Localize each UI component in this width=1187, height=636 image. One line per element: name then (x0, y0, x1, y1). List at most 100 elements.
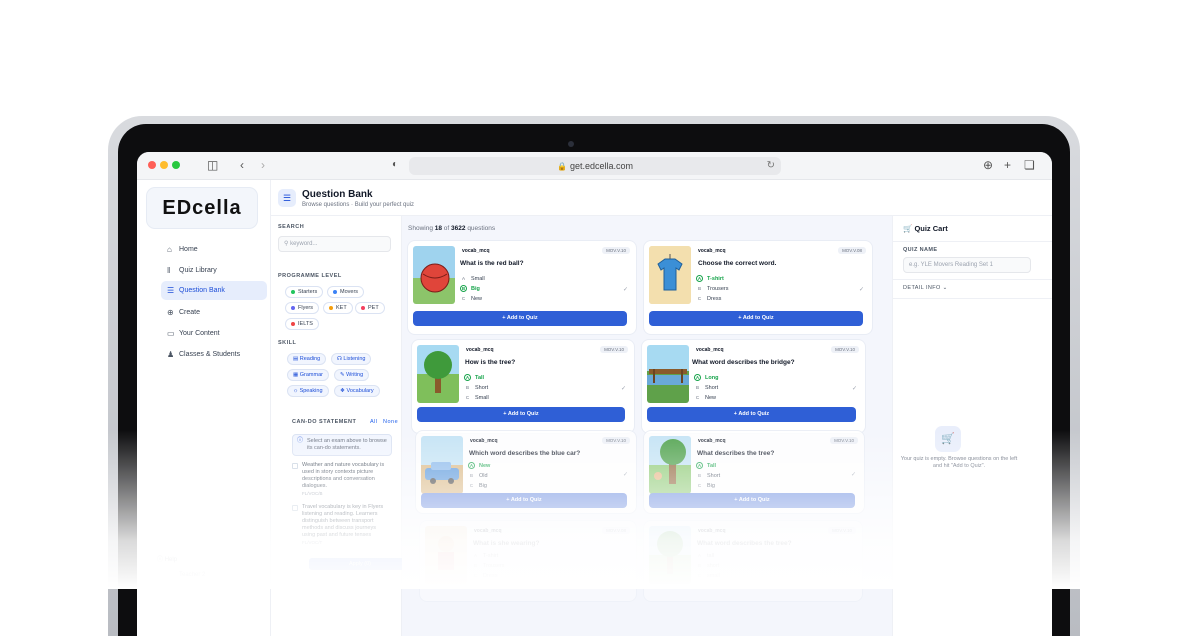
close-window-button[interactable] (148, 161, 156, 169)
add-to-quiz-button[interactable]: + Add to Quiz (649, 311, 863, 326)
cando-item[interactable]: Weather and nature vocabulary is used in… (302, 462, 390, 498)
chip-pet[interactable]: PET (355, 302, 385, 314)
chip-label: PET (368, 305, 379, 311)
add-to-quiz-button[interactable]: + Add to Quiz (413, 311, 627, 326)
starters-dot (291, 289, 295, 294)
question-card[interactable]: vocab_mcq MOV.V.10 How is the tree? A Tal… (412, 340, 634, 433)
help-icon: ⓘ (157, 557, 164, 563)
chip-writing[interactable]: ✎ Writing (334, 369, 370, 381)
forward-icon[interactable]: › (261, 158, 265, 172)
question-card[interactable]: vocab_mcq MOV.V.10 What word describes t… (644, 521, 862, 601)
question-code: MOV.V.08 (602, 527, 630, 534)
option-text: Tall (707, 463, 717, 469)
sidebar-item-question-bank[interactable]: ☰ Question Bank (161, 281, 267, 300)
bridge-illustration (647, 369, 689, 385)
add-to-quiz-button[interactable]: + Add to Quiz (649, 493, 855, 508)
cando-checkbox[interactable] (292, 463, 298, 469)
add-to-quiz-button[interactable]: + Add to Quiz (417, 407, 625, 422)
option-key: B (473, 563, 477, 568)
detail-info-toggle[interactable]: DETAIL INFO ⌄ (903, 285, 948, 291)
question-text: What describes the tree? (697, 450, 775, 457)
chip-starters[interactable]: Starters (285, 286, 324, 298)
shield-icon[interactable]: ◐ (392, 158, 398, 172)
question-card[interactable]: vocab_mcq MOV.V.08 What is she wearing? … (420, 521, 636, 601)
cando-none-link[interactable]: None (383, 419, 398, 425)
chip-ket[interactable]: KET (323, 302, 353, 314)
user-name[interactable]: Teacher 2 (179, 572, 205, 578)
chip-flyers[interactable]: Flyers (285, 302, 319, 314)
option-text: New (471, 296, 483, 302)
programme-level-label: PROGRAMME LEVEL (278, 273, 342, 279)
minimize-window-button[interactable] (160, 161, 168, 169)
chip-label: Grammar (299, 372, 323, 378)
option-key: C (697, 573, 702, 578)
question-code: MOV.V.10 (831, 346, 859, 353)
question-type: vocab_mcq (696, 347, 724, 353)
cando-checkbox[interactable] (292, 505, 298, 511)
search-input[interactable]: ⚲ keyword... (278, 236, 391, 252)
chip-reading[interactable]: ▤ Reading (287, 353, 327, 365)
option-c: C Small (464, 394, 489, 401)
sidebar-item-create[interactable]: ⊕ Create (161, 303, 267, 322)
add-to-quiz-button[interactable]: + Add to Quiz (421, 493, 627, 508)
quiz-cart-panel: 🛒 Quiz Cart QUIZ NAME e.g. YLE Movers Re… (892, 216, 1052, 636)
help-link[interactable]: ⓘ Help (157, 554, 177, 563)
download-icon[interactable]: ⊕ (983, 158, 993, 172)
question-type: vocab_mcq (698, 528, 726, 534)
question-card[interactable]: vocab_mcq MOV.V.10 Which word describes … (416, 431, 636, 513)
address-bar[interactable]: 🔒 get.edcella.com ↻ (409, 157, 781, 175)
reload-icon[interactable]: ↻ (767, 157, 775, 175)
chip-grammar[interactable]: ▦ Grammar (287, 369, 329, 381)
option-b: B Trousers (696, 285, 729, 292)
question-card[interactable]: vocab_mcq MOV.V.10 What word describes t… (642, 340, 865, 433)
apply-button[interactable]: Apply (0) (309, 558, 411, 570)
sidebar-item-home[interactable]: ⌂ Home (161, 240, 267, 259)
option-text: Short (475, 385, 489, 391)
sidebar-item-quiz-library[interactable]: ‖ Quiz Library (161, 261, 267, 280)
chip-vocabulary[interactable]: ❖ Vocabulary (334, 385, 380, 397)
page-subtitle: Browse questions · Build your perfect qu… (302, 202, 415, 208)
search-icon: ⚲ (284, 241, 289, 247)
cando-item[interactable]: Travel vocabulary is key in Flyers liste… (302, 504, 390, 547)
pet-dot (361, 305, 365, 310)
chip-movers[interactable]: Movers (327, 286, 365, 298)
tabs-overview-icon[interactable]: ❏ (1024, 158, 1035, 172)
option-b: B Short (696, 472, 720, 479)
tree-illustration (654, 439, 686, 484)
option-c: C Big (468, 482, 487, 489)
question-image (425, 526, 467, 584)
maximize-window-button[interactable] (172, 161, 180, 169)
question-card[interactable]: vocab_mcq MOV.V.10 What describes the tr… (644, 431, 864, 513)
sidebar-item-classes-students[interactable]: ♟ Classes & Students (161, 345, 267, 364)
chat-icon: ☼ (293, 388, 299, 394)
back-icon[interactable]: ‹ (240, 158, 244, 172)
sidebar-item-label: Question Bank (179, 287, 225, 294)
chip-label: IELTS (298, 321, 313, 327)
sidebar-item-your-content[interactable]: ▭ Your Content (161, 324, 267, 343)
quiz-name-label: QUIZ NAME (903, 247, 938, 253)
option-c: C Dress (696, 295, 722, 302)
option-key: B (460, 285, 467, 292)
question-card[interactable]: vocab_mcq MOV.V.08 Choose the correct wo… (644, 241, 872, 334)
option-key: C (697, 483, 702, 488)
question-text: What word describes the tree? (697, 540, 792, 547)
option-key: C (697, 296, 702, 301)
movers-dot (333, 289, 337, 294)
sidebar-item-label: Your Content (179, 330, 220, 337)
chip-label: Speaking (299, 388, 323, 394)
chip-ielts[interactable]: IELTS (285, 318, 319, 330)
sidebar-toggle-icon[interactable]: ◫ (207, 158, 218, 172)
question-code: MOV.V.08 (838, 247, 866, 254)
quiz-name-input[interactable]: e.g. YLE Movers Reading Set 1 (903, 257, 1031, 273)
chip-listening[interactable]: ☊ Listening (331, 353, 372, 365)
option-a: A Long (694, 374, 718, 381)
question-card[interactable]: vocab_mcq MOV.V.10 What is the red ball?… (408, 241, 636, 334)
cando-all-link[interactable]: All (370, 419, 378, 425)
new-tab-icon[interactable]: + (1004, 158, 1011, 172)
chip-speaking[interactable]: ☼ Speaking (287, 385, 329, 397)
question-image (417, 345, 459, 403)
edcella-logo[interactable]: EDcella (147, 188, 257, 228)
add-to-quiz-button[interactable]: + Add to Quiz (647, 407, 856, 422)
question-image (421, 436, 463, 494)
question-image (649, 526, 691, 584)
